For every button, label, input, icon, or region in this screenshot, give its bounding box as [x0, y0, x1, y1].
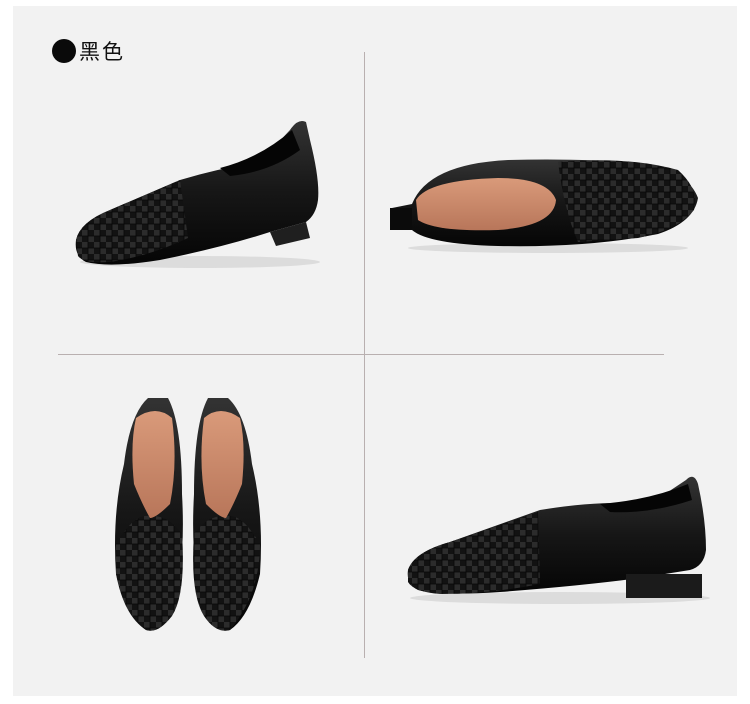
color-name: 黑色	[79, 40, 125, 64]
divider-horizontal	[58, 354, 664, 355]
shoe-side-view-left	[75, 121, 320, 268]
color-option-label: 黑色	[52, 36, 125, 66]
divider-vertical	[364, 52, 365, 658]
shoe-pair-top-view	[115, 398, 261, 631]
shoe-top-angle-view	[390, 159, 698, 253]
color-swatch-black	[52, 39, 76, 63]
shoe-side-view-right	[407, 476, 710, 604]
